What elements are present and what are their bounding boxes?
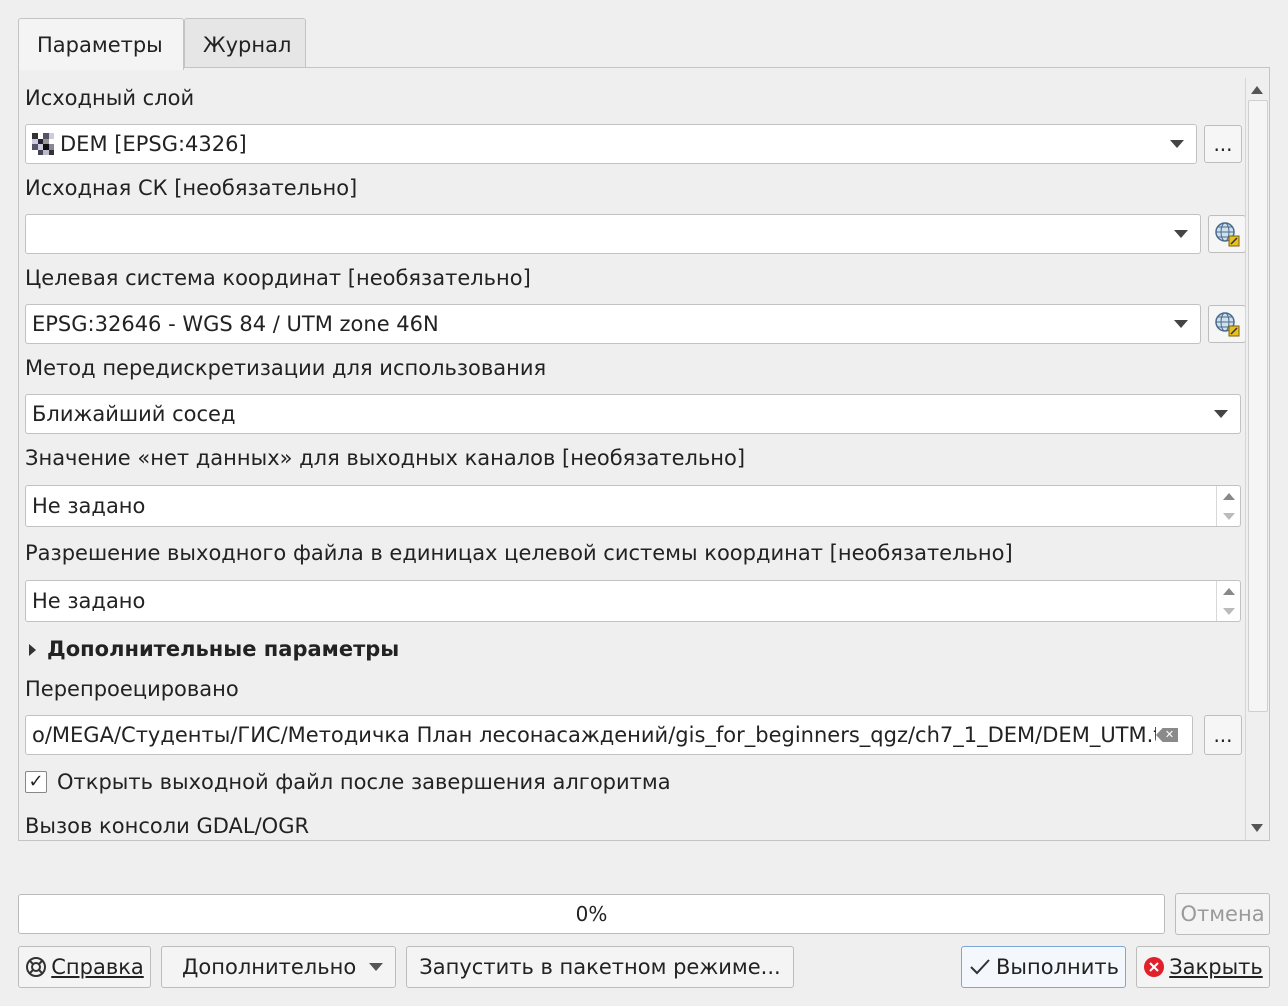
tab-log[interactable]: Журнал	[184, 18, 306, 68]
target-crs-label: Целевая система координат [необязательно…	[25, 266, 531, 290]
scrollbar-thumb[interactable]	[1248, 100, 1268, 712]
resolution-value: Не задано	[32, 589, 146, 613]
input-layer-value: DEM [EPSG:4326]	[60, 132, 247, 156]
run-button-label: Выполнить	[996, 955, 1119, 979]
output-label: Перепроецировано	[25, 677, 239, 701]
batch-mode-button[interactable]: Запустить в пакетном режиме...	[406, 946, 794, 988]
output-browse-button[interactable]: ...	[1204, 715, 1242, 755]
advanced-parameters-toggle[interactable]: Дополнительные параметры	[47, 637, 399, 661]
spinbox-arrows[interactable]	[1216, 581, 1240, 621]
vertical-scrollbar[interactable]	[1245, 78, 1269, 840]
advanced-button[interactable]: Дополнительно	[161, 946, 396, 988]
input-layer-label: Исходный слой	[25, 86, 195, 110]
help-button-label: Справка	[51, 955, 144, 979]
chevron-down-icon	[1174, 320, 1188, 328]
source-crs-combo[interactable]	[25, 214, 1201, 254]
input-layer-combo[interactable]: DEM [EPSG:4326]	[25, 124, 1197, 164]
help-button[interactable]: Справка	[18, 946, 151, 988]
scroll-up-icon[interactable]	[1251, 86, 1263, 94]
spinbox-arrows[interactable]	[1216, 486, 1240, 526]
parameters-panel: Исходный слой DEM [EPSG:4326] ... Исходн…	[18, 67, 1270, 841]
run-button[interactable]: Выполнить	[961, 946, 1126, 988]
output-browse-label: ...	[1213, 723, 1233, 747]
output-file-value: o/MEGA/Студенты/ГИС/Методичка План лесон…	[32, 723, 1156, 747]
resampling-combo[interactable]: Ближайший сосед	[25, 394, 1241, 434]
arrow-up-icon	[1222, 492, 1235, 500]
chevron-down-icon	[1214, 410, 1228, 418]
resampling-label: Метод передискретизации для использовани…	[25, 356, 547, 380]
input-layer-browse-button[interactable]: ...	[1204, 125, 1242, 163]
open-output-label: Открыть выходной файл после завершения а…	[57, 770, 671, 794]
source-crs-label: Исходная СК [необязательно]	[25, 176, 358, 200]
source-crs-select-button[interactable]	[1208, 215, 1245, 253]
checkmark-icon	[970, 959, 990, 975]
scroll-down-icon[interactable]	[1251, 824, 1263, 832]
nodata-label: Значение «нет данных» для выходных канал…	[25, 446, 746, 470]
cancel-button[interactable]: Отмена	[1175, 893, 1270, 935]
advanced-button-label: Дополнительно	[182, 955, 357, 979]
expand-triangle-icon[interactable]	[29, 644, 36, 656]
target-crs-value: EPSG:32646 - WGS 84 / UTM zone 46N	[32, 312, 439, 336]
progress-bar: 0%	[18, 894, 1165, 934]
close-icon	[1144, 957, 1165, 977]
resampling-value: Ближайший сосед	[32, 402, 236, 426]
arrow-down-icon	[1222, 607, 1235, 615]
close-button[interactable]: Закрыть	[1136, 946, 1270, 988]
globe-icon	[1215, 222, 1240, 247]
nodata-spinbox[interactable]: Не задано	[25, 485, 1241, 527]
arrow-down-icon	[1222, 512, 1235, 520]
chevron-down-icon	[369, 963, 383, 971]
parameters-scroll-area: Исходный слой DEM [EPSG:4326] ... Исходн…	[19, 78, 1245, 840]
close-button-label: Закрыть	[1169, 955, 1263, 979]
tab-parameters[interactable]: Параметры	[18, 18, 184, 70]
open-output-checkbox[interactable]: ✓	[25, 771, 47, 793]
lifebuoy-icon	[26, 957, 47, 977]
resolution-label: Разрешение выходного файла в единицах це…	[25, 541, 1013, 565]
resolution-spinbox[interactable]: Не задано	[25, 580, 1241, 622]
globe-icon	[1215, 312, 1240, 337]
raster-layer-icon	[32, 133, 54, 155]
chevron-down-icon	[1174, 230, 1188, 238]
gdal-console-label: Вызов консоли GDAL/OGR	[25, 814, 310, 838]
arrow-up-icon	[1222, 587, 1235, 595]
clear-text-icon[interactable]: ✕	[1156, 728, 1178, 742]
target-crs-combo[interactable]: EPSG:32646 - WGS 84 / UTM zone 46N	[25, 304, 1201, 344]
target-crs-select-button[interactable]	[1208, 305, 1245, 343]
chevron-down-icon	[1170, 140, 1184, 148]
output-file-input[interactable]: o/MEGA/Студенты/ГИС/Методичка План лесон…	[25, 715, 1193, 755]
nodata-value: Не задано	[32, 494, 146, 518]
